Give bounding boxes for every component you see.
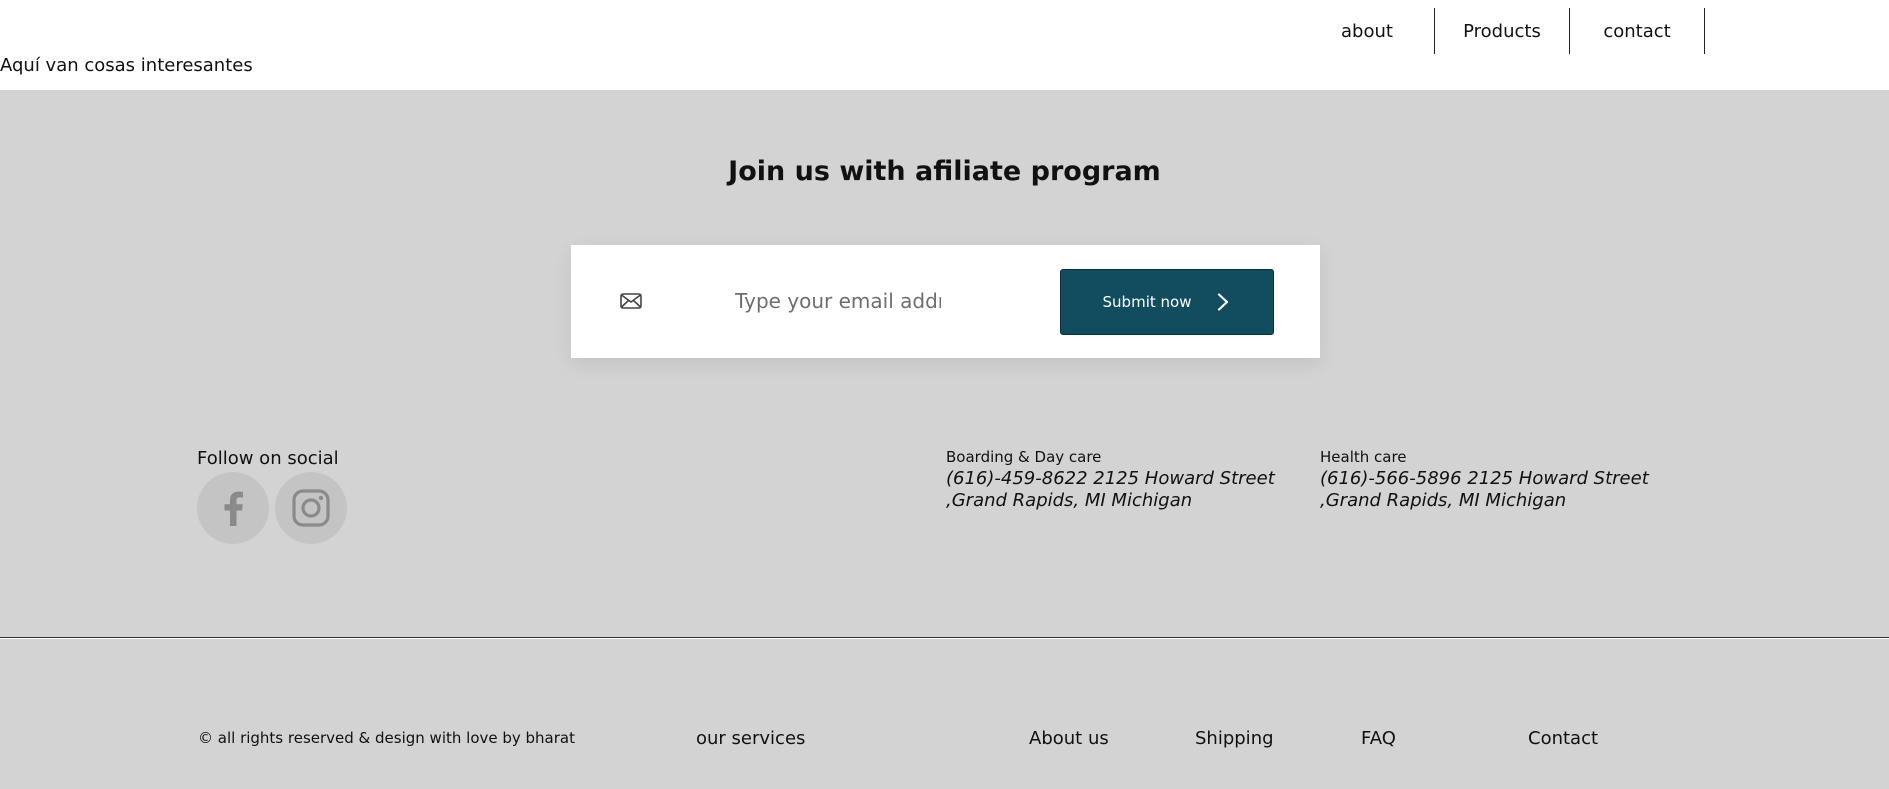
facebook-icon [224, 491, 243, 526]
social-title: Follow on social [197, 448, 339, 469]
footer-link-faq[interactable]: FAQ [1361, 728, 1396, 749]
mail-icon [619, 289, 643, 313]
contact-phone-address: (616)-566-5896 2125 Howard Street [1320, 468, 1649, 489]
contact-boarding: Boarding & Day care (616)-459-8622 2125 … [946, 448, 1275, 512]
contact-city: ,Grand Rapids, MI Michigan [1320, 490, 1567, 511]
social-links [197, 472, 347, 544]
contact-health: Health care (616)-566-5896 2125 Howard S… [1320, 448, 1649, 512]
site-header: Aquí van cosas interesantes about Produc… [0, 0, 1889, 90]
contact-city: ,Grand Rapids, MI Michigan [946, 490, 1193, 511]
main-section: Join us with afiliate program Submit now… [0, 90, 1889, 638]
footer-link-services[interactable]: our services [696, 728, 805, 749]
header-tagline: Aquí van cosas interesantes [0, 55, 253, 76]
contact-heading: Boarding & Day care [946, 448, 1102, 466]
nav-link-about[interactable]: about [1300, 8, 1435, 54]
nav-link-products[interactable]: Products [1435, 8, 1570, 54]
chevron-right-icon [1218, 293, 1229, 311]
newsletter-form: Submit now [571, 245, 1320, 358]
submit-button[interactable]: Submit now [1060, 269, 1274, 335]
submit-button-label: Submit now [1102, 293, 1192, 311]
copyright-text: © all rights reserved & design with love… [198, 729, 575, 747]
nav-link-contact[interactable]: contact [1570, 8, 1705, 54]
contact-heading: Health care [1320, 448, 1407, 466]
footer-link-contact[interactable]: Contact [1528, 728, 1598, 749]
footer-link-shipping[interactable]: Shipping [1195, 728, 1274, 749]
instagram-link[interactable] [275, 472, 347, 544]
contact-phone-address: (616)-459-8622 2125 Howard Street [946, 468, 1275, 489]
main-nav: about Products contact [1300, 8, 1705, 54]
instagram-icon [292, 489, 330, 527]
email-input[interactable] [735, 283, 941, 319]
facebook-link[interactable] [197, 472, 269, 544]
footer-link-about[interactable]: About us [1029, 728, 1109, 749]
affiliate-title: Join us with afiliate program [728, 156, 1161, 187]
site-footer: © all rights reserved & design with love… [0, 639, 1889, 789]
